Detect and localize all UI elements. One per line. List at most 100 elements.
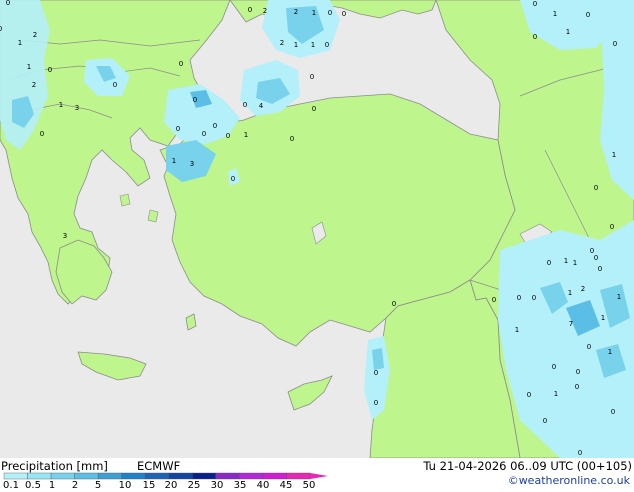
precip-value-label: 0 (213, 122, 217, 130)
precip-value-label: 0 (202, 130, 206, 138)
legend-title: Precipitation [mm] (1, 459, 108, 473)
rain-patch-levant-core (372, 348, 384, 370)
colorbar-swatch (27, 472, 52, 480)
precip-value-label: 0 (374, 399, 378, 407)
colorbar-tick-label: 1 (48, 480, 56, 491)
precip-value-label: 1 (294, 41, 298, 49)
precip-value-label: 2 (32, 81, 36, 89)
precip-value-label: 1 (27, 63, 31, 71)
colorbar-swatch (50, 472, 75, 480)
precip-value-label: 0 (176, 125, 180, 133)
precip-value-label: 1 (59, 101, 63, 109)
precip-value-label: 0 (594, 254, 598, 262)
precip-value-label: 0 (328, 9, 332, 17)
precip-value-label: 2 (280, 39, 284, 47)
precip-value-label: 1 (515, 326, 519, 334)
precip-value-label: 1 (601, 314, 605, 322)
colorbar-arrow (310, 473, 328, 479)
precip-value-label: 0 (243, 101, 247, 109)
colorbar-tick-label: 0.1 (3, 480, 19, 491)
colorbar-swatch (286, 472, 311, 480)
colorbar-swatch (121, 472, 146, 480)
precip-value-label: 0 (578, 449, 582, 457)
colorbar-tick-label: 35 (233, 480, 247, 491)
precip-value-label: 0 (547, 259, 551, 267)
precip-value-label: 2 (581, 285, 585, 293)
colorbar-tick-label: 5 (94, 480, 102, 491)
precip-value-label: 0 (310, 73, 314, 81)
precip-value-label: 0 (6, 0, 10, 7)
precip-value-label: 0 (231, 175, 235, 183)
precip-value-label: 0 (576, 368, 580, 376)
precip-value-label: 2 (294, 8, 298, 16)
colorbar-tick-label: 2 (71, 480, 79, 491)
precip-value-label: 0 (533, 0, 537, 8)
colorbar-swatch (145, 472, 169, 480)
precip-value-label: 0 (543, 417, 547, 425)
island-a (119, 193, 131, 207)
precip-value-label: 0 (48, 66, 52, 74)
precipitation-map: 0221002110040001002001021300001330100011… (0, 0, 634, 459)
precip-value-label: 0 (492, 296, 496, 304)
valid-time: Tu 21-04-2026 06..09 UTC (00+105) (423, 459, 632, 473)
precip-value-label: 0 (587, 343, 591, 351)
precip-value-label: 4 (259, 102, 264, 110)
colorbar-tick-label: 20 (164, 480, 178, 491)
colorbar-swatch (97, 472, 122, 480)
precip-value-label: 1 (553, 10, 557, 18)
colorbar-tick-label: 40 (256, 480, 270, 491)
precip-value-label: 0 (575, 383, 579, 391)
precip-value-label: 1 (564, 257, 568, 265)
colorbar-swatch (262, 472, 287, 480)
precip-value-label: 0 (590, 247, 594, 255)
colorbar-tick-label: 25 (187, 480, 201, 491)
precip-value-label: 3 (63, 232, 67, 240)
precip-value-label: 2 (33, 31, 37, 39)
precip-value-label: 1 (566, 28, 570, 36)
precip-value-label: 0 (290, 135, 294, 143)
precip-value-label: 0 (517, 294, 521, 302)
precip-value-label: 1 (244, 131, 248, 139)
colorbar-ticks: 0.1 0.5 1 2 5 10 15 20 25 30 35 40 45 50 (0, 480, 330, 492)
colorbar-tick-label: 10 (118, 480, 132, 491)
colorbar-swatch (3, 472, 28, 480)
precip-value-label: 0 (532, 294, 536, 302)
precip-value-label: 0 (40, 130, 44, 138)
credit-text: ©weatheronline.co.uk (507, 474, 630, 487)
precip-value-label: 3 (190, 160, 194, 168)
precip-value-label: 3 (75, 104, 79, 112)
colorbar-tick-label: 50 (302, 480, 316, 491)
precip-value-label: 1 (311, 41, 315, 49)
precip-value-label: 2 (263, 7, 267, 15)
precip-value-label: 0 (586, 11, 590, 19)
colorbar-swatch (192, 472, 217, 480)
precip-value-label: 1 (568, 289, 572, 297)
precip-value-label: 0 (226, 132, 230, 140)
colorbar-tick-label: 30 (210, 480, 224, 491)
precip-value-label: 0 (613, 40, 617, 48)
precip-value-label: 0 (527, 391, 531, 399)
precip-value-label: 0 (248, 6, 252, 14)
model-name: ECMWF (137, 459, 181, 473)
colorbar-swatch (215, 472, 240, 480)
island-b (147, 209, 159, 223)
colorbar-swatch (239, 472, 264, 480)
precip-value-label: 0 (611, 408, 615, 416)
precip-value-label: 1 (573, 259, 577, 267)
colorbar-tick-label: 45 (279, 480, 293, 491)
precip-value-label: 0 (325, 41, 329, 49)
precip-value-label: 0 (392, 300, 396, 308)
precip-value-label: 7 (569, 320, 573, 328)
precip-value-label: 1 (18, 39, 22, 47)
precip-value-label: 0 (193, 96, 197, 104)
precip-value-label: 0 (0, 25, 2, 33)
precip-value-label: 1 (617, 293, 621, 301)
precip-value-label: 1 (172, 157, 176, 165)
precip-value-label: 1 (612, 151, 616, 159)
colorbar-swatch (74, 472, 99, 480)
precip-value-label: 0 (594, 184, 598, 192)
precip-value-label: 1 (312, 9, 316, 17)
precip-value-label: 0 (533, 33, 537, 41)
precip-value-label: 0 (374, 369, 378, 377)
precip-value-label: 0 (598, 265, 602, 273)
